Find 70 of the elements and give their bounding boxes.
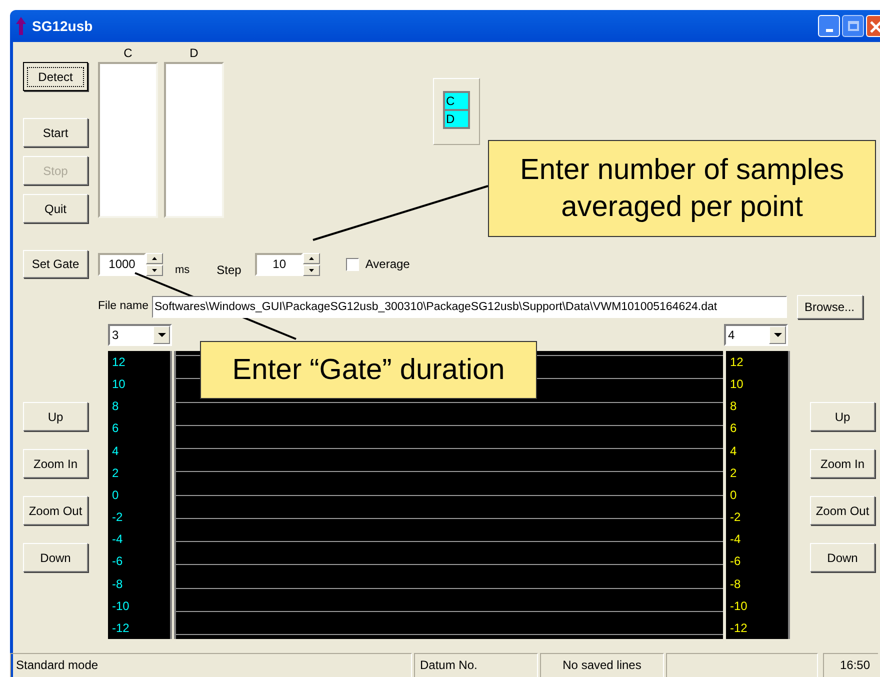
close-button[interactable]: [866, 15, 880, 37]
axis-label: -4: [730, 531, 742, 548]
axis-label: 4: [730, 442, 738, 460]
chart-button[interactable]: Zoom Out: [23, 496, 88, 525]
step-field[interactable]: 10: [255, 252, 304, 276]
axis-label: 10: [730, 376, 744, 394]
status-datum: Datum No.: [414, 653, 538, 677]
axis-label: 10: [112, 376, 126, 394]
axis-label: 12: [112, 354, 126, 371]
axis-label: 2: [730, 464, 738, 482]
axis-label: -12: [112, 620, 130, 637]
list-heading: C: [124, 46, 132, 60]
spin-buttons[interactable]: [146, 252, 163, 276]
axis-label: 0: [730, 486, 738, 504]
axis-label: -2: [112, 509, 124, 526]
chart-button[interactable]: Up: [23, 402, 88, 431]
scale-dropdown[interactable]: 3: [108, 324, 172, 346]
chart-button[interactable]: Zoom In: [23, 449, 88, 478]
axis-label: -10: [112, 598, 130, 615]
average-checkbox[interactable]: [346, 258, 360, 270]
axis-label: -4: [112, 531, 124, 548]
axis-label: -12: [730, 620, 748, 637]
control-button[interactable]: Start: [23, 118, 88, 147]
gate-field[interactable]: 1000: [98, 252, 146, 276]
chart-button[interactable]: Up: [810, 402, 875, 431]
chart-button[interactable]: Down: [23, 543, 88, 572]
axis-label: -2: [730, 509, 742, 526]
caret-icon: [158, 333, 166, 337]
list-box[interactable]: [164, 62, 224, 218]
axis-label: -8: [730, 576, 742, 593]
browse-button[interactable]: Browse...: [796, 295, 862, 319]
minimize-button[interactable]: [818, 15, 840, 37]
axis-label: 8: [112, 398, 120, 416]
control-button[interactable]: Quit: [23, 194, 88, 223]
chart-button[interactable]: Down: [810, 543, 875, 572]
channel-label: C: [444, 92, 469, 110]
axis-label: 4: [112, 442, 120, 460]
status-mode: Standard mode: [10, 653, 412, 677]
chart-button[interactable]: Zoom In: [810, 449, 875, 478]
list-box[interactable]: [98, 62, 158, 218]
average-label: Average: [365, 256, 410, 273]
maximize-button[interactable]: [842, 15, 864, 37]
axis-label: -6: [730, 553, 742, 570]
unit-label: ms: [175, 262, 190, 278]
app-icon: [16, 17, 26, 35]
callout: Enter “Gate” duration: [200, 341, 537, 399]
axis-label: 12: [730, 354, 744, 371]
axis-label: 6: [730, 420, 738, 438]
status-saved-lines: No saved lines: [540, 653, 664, 677]
chart-button[interactable]: Zoom Out: [810, 496, 875, 525]
set-gate-button[interactable]: Set Gate: [23, 250, 88, 278]
control-button[interactable]: Detect: [23, 62, 88, 91]
status-time: 16:50: [823, 653, 878, 677]
axis-label: -10: [730, 598, 748, 615]
axis-label: 0: [112, 486, 120, 504]
axis-label: 2: [112, 464, 120, 482]
axis-label: -6: [112, 553, 124, 570]
file-name-label: File name: [98, 299, 148, 314]
channel-label: D: [444, 110, 469, 128]
scale-dropdown[interactable]: 4: [724, 324, 788, 346]
axis-label: -8: [112, 576, 124, 593]
file-name-field[interactable]: Softwares\Windows_GUI\PackageSG12usb_300310\PackageSG12usb\Support\Data\VWM101005164624.dat: [152, 296, 786, 318]
window-title: SG12usb: [32, 16, 93, 36]
axis-label: 8: [730, 398, 738, 416]
spin-buttons[interactable]: [303, 252, 320, 276]
step-label: Step: [216, 262, 242, 279]
list-heading: D: [190, 46, 198, 60]
caret-icon: [774, 333, 782, 337]
callout: Enter number of samples averaged per point: [488, 140, 876, 237]
axis-label: 6: [112, 420, 120, 438]
